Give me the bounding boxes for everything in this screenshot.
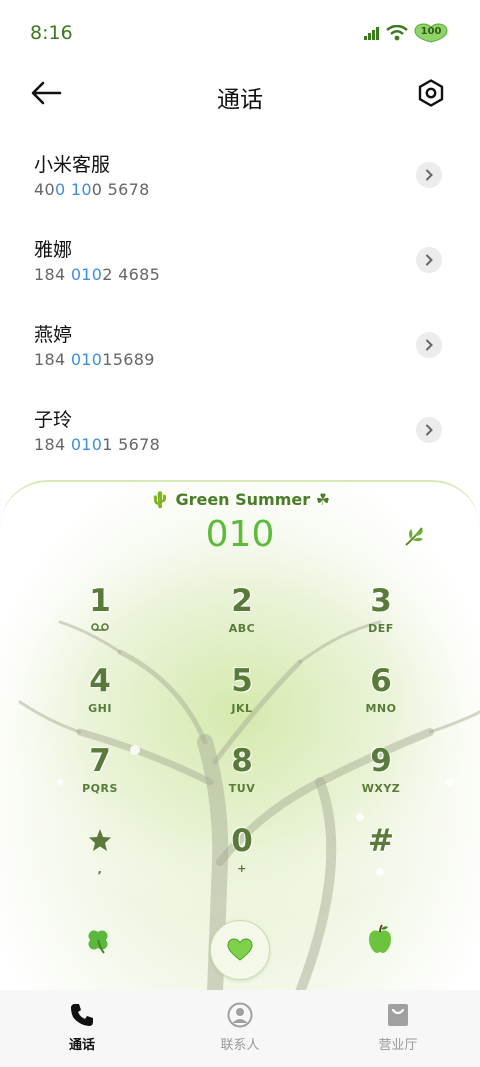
call-row[interactable]: 雅娜 184 0102 4685 bbox=[0, 225, 480, 310]
call-row[interactable]: 子玲 184 0101 5678 bbox=[0, 395, 480, 480]
key-5[interactable]: 5 JKL bbox=[182, 662, 302, 732]
battery-level: 100 bbox=[420, 26, 442, 37]
contact-number: 184 01015689 bbox=[34, 350, 155, 369]
dialpad-panel: 🌵 Green Summer ☘ 010 1 2 ABC 3 DEF 4 GHI… bbox=[0, 480, 480, 990]
leaf-icon bbox=[405, 527, 423, 546]
dialpad-actions bbox=[0, 912, 480, 982]
key-0[interactable]: 0 + bbox=[182, 822, 302, 892]
green-heart-icon bbox=[227, 938, 253, 961]
green-apple-icon bbox=[369, 924, 391, 953]
cactus-icon: 🌵 bbox=[149, 490, 170, 509]
tab-calls[interactable]: 通话 bbox=[32, 1000, 132, 1053]
tab-contacts[interactable]: 联系人 bbox=[190, 1000, 290, 1053]
page-title: 通话 bbox=[217, 87, 263, 113]
key-8[interactable]: 8 TUV bbox=[182, 742, 302, 812]
key-3[interactable]: 3 DEF bbox=[321, 582, 441, 652]
contact-name: 子玲 bbox=[34, 409, 73, 431]
theme-label: 🌵 Green Summer ☘ bbox=[149, 490, 331, 509]
contact-name: 燕婷 bbox=[34, 324, 73, 346]
contacts-icon bbox=[227, 1002, 253, 1028]
phone-icon bbox=[71, 1004, 93, 1026]
star-icon bbox=[89, 829, 111, 851]
status-icons: 100 bbox=[364, 22, 448, 44]
contact-number: 184 0102 4685 bbox=[34, 265, 161, 284]
store-icon bbox=[388, 1004, 408, 1026]
voicemail-icon bbox=[91, 623, 109, 631]
call-row[interactable]: 燕婷 184 01015689 bbox=[0, 310, 480, 395]
signal-icon bbox=[364, 27, 379, 40]
status-bar: 8:16 100 bbox=[0, 0, 480, 64]
contact-number: 184 0101 5678 bbox=[34, 435, 161, 454]
key-1[interactable]: 1 bbox=[40, 582, 160, 652]
bottom-tab-bar: 通话 联系人 营业厅 bbox=[0, 990, 480, 1067]
chevron-right-icon bbox=[426, 339, 433, 351]
detail-button[interactable] bbox=[416, 247, 442, 273]
key-7[interactable]: 7 PQRS bbox=[40, 742, 160, 812]
chevron-right-icon bbox=[426, 169, 433, 181]
key-4[interactable]: 4 GHI bbox=[40, 662, 160, 732]
chevron-right-icon bbox=[426, 424, 433, 436]
clover-icon: ☘ bbox=[315, 490, 331, 509]
settings-button[interactable] bbox=[416, 78, 448, 110]
detail-button[interactable] bbox=[416, 417, 442, 443]
contact-name: 小米客服 bbox=[34, 154, 111, 176]
battery-icon: 100 bbox=[414, 23, 448, 43]
call-row[interactable]: 小米客服 400 100 5678 bbox=[0, 140, 480, 225]
contact-name: 雅娜 bbox=[34, 239, 73, 261]
apple-button[interactable] bbox=[366, 924, 396, 956]
header: 通话 bbox=[0, 70, 480, 120]
gear-icon bbox=[418, 79, 444, 107]
leaf-button[interactable] bbox=[402, 524, 428, 550]
contact-number: 400 100 5678 bbox=[34, 180, 150, 199]
four-leaf-clover-icon bbox=[88, 930, 108, 954]
key-6[interactable]: 6 MNO bbox=[321, 662, 441, 732]
key-hash[interactable]: # bbox=[321, 822, 441, 892]
detail-button[interactable] bbox=[416, 162, 442, 188]
chevron-right-icon bbox=[426, 254, 433, 266]
key-star[interactable]: , bbox=[40, 822, 160, 892]
call-button[interactable] bbox=[210, 920, 270, 980]
key-2[interactable]: 2 ABC bbox=[182, 582, 302, 652]
call-list: 小米客服 400 100 5678 雅娜 184 0102 4685 燕婷 18… bbox=[0, 140, 480, 480]
wifi-icon bbox=[386, 25, 408, 41]
tab-store[interactable]: 营业厅 bbox=[348, 1000, 448, 1053]
key-9[interactable]: 9 WXYZ bbox=[321, 742, 441, 812]
status-time: 8:16 bbox=[30, 22, 73, 44]
clover-button[interactable] bbox=[84, 926, 114, 956]
detail-button[interactable] bbox=[416, 332, 442, 358]
